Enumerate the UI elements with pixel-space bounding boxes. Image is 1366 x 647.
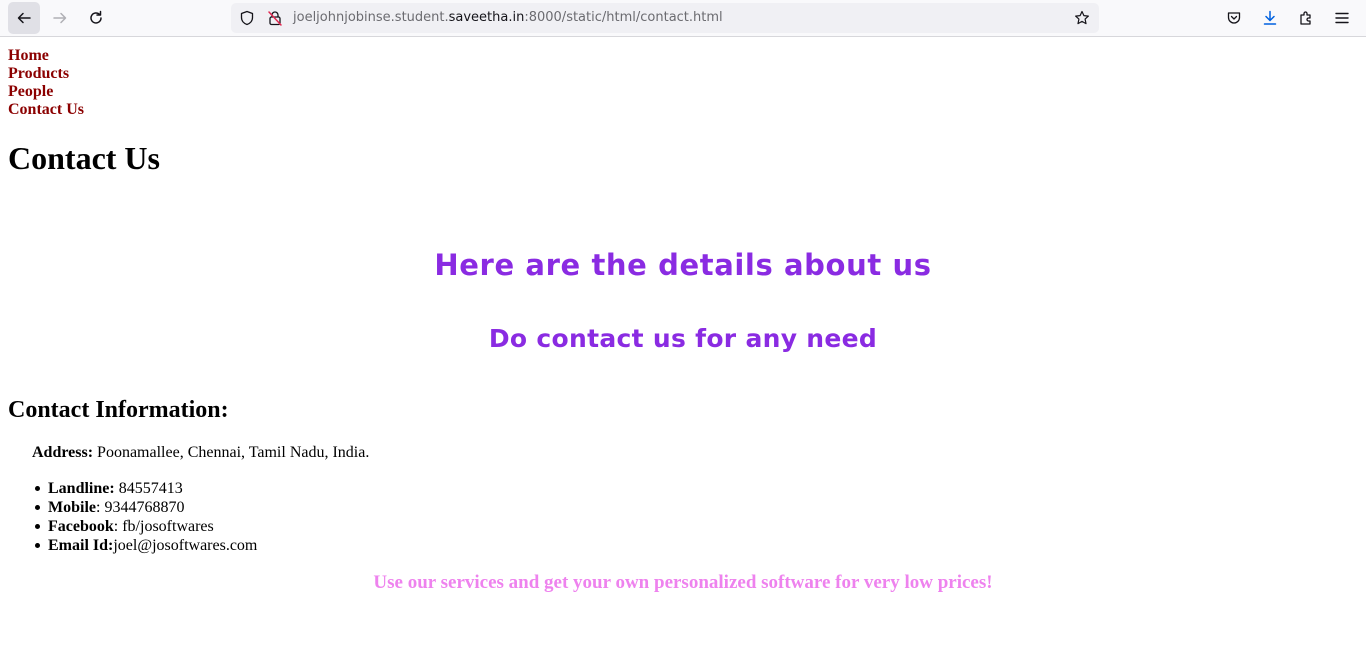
nav-link-products[interactable]: Products (8, 65, 84, 83)
browser-toolbar: joeljohnjobinse.student.saveetha.in:8000… (0, 0, 1366, 37)
list-item-email: Email Id:joel@josoftwares.com (34, 536, 258, 555)
details-heading: Here are the details about us (434, 248, 932, 282)
url-prefix: joeljohnjobinse.student. (293, 10, 449, 25)
email-label: Email Id: (48, 537, 114, 554)
url-host: saveetha.in (448, 10, 525, 25)
nav-link-home[interactable]: Home (8, 47, 84, 65)
nav-link-people[interactable]: People (8, 83, 84, 101)
extensions-button[interactable] (1290, 2, 1322, 34)
mobile-label: Mobile (48, 499, 96, 516)
nav-link-contact-us[interactable]: Contact Us (8, 101, 84, 119)
facebook-label: Facebook (48, 518, 114, 535)
landline-value: 84557413 (114, 480, 183, 497)
contact-need-heading: Do contact us for any need (488, 324, 878, 353)
list-item-landline: Landline: 84557413 (34, 479, 257, 498)
menu-button[interactable] (1326, 2, 1358, 34)
page-content: Home Products People Contact Us Contact … (0, 38, 1366, 647)
address-value: Poonamallee, Chennai, Tamil Nadu, India. (93, 444, 370, 461)
forward-button[interactable] (44, 2, 76, 34)
bookmark-star-icon[interactable] (1074, 10, 1090, 26)
list-item-facebook: Facebook: fb/josoftwares (34, 517, 257, 536)
pocket-icon (1227, 12, 1241, 24)
promo-text: Use our services and get your own person… (373, 572, 993, 593)
email-value: joel@josoftwares.com (113, 537, 258, 554)
site-nav: Home Products People Contact Us (8, 47, 84, 119)
url-text[interactable]: joeljohnjobinse.student.saveetha.in:8000… (293, 3, 723, 33)
reload-button[interactable] (80, 2, 112, 34)
downloads-button[interactable] (1254, 2, 1286, 34)
landline-label: Landline: (48, 480, 115, 497)
address-line: Address: Poonamallee, Chennai, Tamil Nad… (32, 443, 369, 462)
contact-information-heading: Contact Information: (8, 397, 229, 423)
shield-icon[interactable] (239, 10, 255, 26)
facebook-value: : fb/josoftwares (113, 518, 214, 535)
reload-icon (90, 10, 102, 24)
page-title: Contact Us (8, 140, 160, 176)
puzzle-icon (1300, 11, 1311, 25)
back-button[interactable] (8, 2, 40, 34)
insecure-lock-icon[interactable] (267, 10, 283, 26)
mobile-value: : 9344768870 (96, 499, 185, 516)
address-bar[interactable]: joeljohnjobinse.student.saveetha.in:8000… (231, 3, 1099, 33)
arrow-left-icon (17, 12, 31, 24)
list-item-mobile: Mobile: 9344768870 (34, 498, 257, 517)
contact-list: Landline: 84557413 Mobile: 9344768870 Fa… (34, 479, 258, 555)
download-icon (1263, 10, 1277, 25)
arrow-right-icon (53, 12, 67, 24)
pocket-button[interactable] (1218, 2, 1250, 34)
url-suffix: :8000/static/html/contact.html (524, 10, 723, 25)
address-label: Address: (32, 444, 94, 461)
hamburger-menu-icon (1335, 12, 1349, 24)
